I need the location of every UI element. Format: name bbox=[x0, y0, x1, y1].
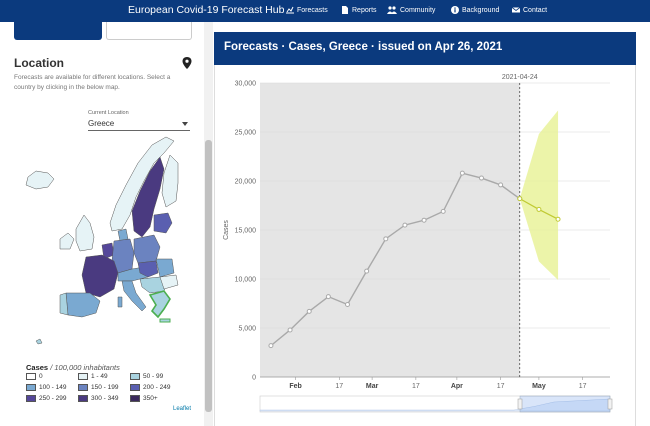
nav-community[interactable]: Community bbox=[387, 6, 435, 14]
nav-label: Reports bbox=[352, 6, 377, 14]
legend-swatch bbox=[78, 373, 88, 380]
map-country-uk[interactable] bbox=[75, 214, 95, 252]
location-select[interactable]: Greece bbox=[88, 118, 190, 131]
legend-item: 200 - 249 bbox=[130, 384, 170, 391]
primary-tab-button[interactable] bbox=[14, 22, 102, 40]
chart-header: Forecasts · Cases, Greece · issued on Ap… bbox=[214, 32, 636, 65]
observed-point bbox=[459, 170, 465, 176]
nav-contact[interactable]: Contact bbox=[512, 6, 547, 14]
forecast-interval-band bbox=[519, 110, 559, 280]
map-country-iceland[interactable] bbox=[25, 170, 55, 190]
map-country-sardinia[interactable] bbox=[117, 296, 123, 308]
nav-background[interactable]: Background bbox=[451, 6, 499, 14]
issue-date-label: 2021-04-24 bbox=[502, 74, 538, 81]
map-country-greece[interactable] bbox=[148, 290, 171, 319]
document-icon bbox=[342, 6, 348, 14]
secondary-tab-button[interactable] bbox=[106, 22, 192, 40]
scrollbar-thumb[interactable] bbox=[205, 140, 212, 412]
x-tick-label: 17 bbox=[335, 383, 343, 390]
x-tick-label: 17 bbox=[579, 383, 587, 390]
legend-swatch bbox=[26, 373, 36, 380]
chart-icon bbox=[286, 6, 294, 14]
map-country-france[interactable] bbox=[81, 254, 119, 298]
forecast-point bbox=[536, 206, 542, 212]
location-heading: Location bbox=[14, 56, 64, 70]
legend-item: 0 bbox=[26, 373, 43, 380]
europe-map[interactable] bbox=[14, 133, 202, 358]
observed-point bbox=[345, 301, 350, 307]
y-tick-label: 25,000 bbox=[235, 130, 257, 137]
nav-forecasts[interactable]: Forecasts bbox=[286, 6, 328, 14]
forecast-point bbox=[555, 216, 561, 222]
observed-point bbox=[287, 327, 293, 333]
legend-swatch bbox=[130, 384, 140, 391]
legend-item: 250 - 299 bbox=[26, 395, 66, 402]
chevron-down-icon bbox=[182, 122, 188, 126]
observed-point bbox=[306, 308, 312, 314]
observed-point bbox=[402, 222, 408, 228]
navigator-window bbox=[519, 395, 611, 413]
location-select-value: Greece bbox=[88, 119, 115, 128]
legend-item: 350+ bbox=[130, 395, 158, 402]
observed-point bbox=[325, 294, 331, 300]
map-country-finland[interactable] bbox=[161, 154, 179, 208]
observed-point bbox=[498, 182, 504, 188]
nav-reports[interactable]: Reports bbox=[341, 6, 377, 14]
observed-point bbox=[268, 343, 274, 349]
nav-label: Community bbox=[400, 6, 436, 14]
nav-label: Background bbox=[462, 6, 500, 14]
x-tick-label: 17 bbox=[412, 383, 420, 390]
y-tick-label: 30,000 bbox=[235, 81, 257, 88]
observed-point bbox=[383, 236, 389, 242]
y-tick-label: 0 bbox=[252, 375, 256, 382]
map-country-crete[interactable] bbox=[159, 318, 171, 323]
legend-item: 150 - 199 bbox=[78, 384, 118, 391]
legend-title: Cases / 100,000 inhabitants bbox=[26, 363, 120, 372]
x-tick-label: 17 bbox=[497, 383, 505, 390]
legend-item: 50 - 99 bbox=[130, 373, 163, 380]
x-tick-label: May bbox=[532, 383, 546, 390]
map-country-spain[interactable] bbox=[65, 292, 101, 318]
y-tick-label: 15,000 bbox=[235, 228, 257, 235]
legend-swatch bbox=[26, 384, 36, 391]
legend-swatch bbox=[26, 395, 36, 402]
y-tick-label: 10,000 bbox=[235, 277, 257, 284]
nav-label: Forecasts bbox=[297, 6, 328, 14]
envelope-icon bbox=[512, 7, 520, 13]
y-axis-label: Cases bbox=[223, 220, 230, 240]
map-pin-icon bbox=[182, 57, 192, 69]
forecast-chart[interactable]: 0 5,000 10,000 15,000 20,000 25,000 30,000 Case… bbox=[214, 65, 636, 426]
nav-label: Contact bbox=[523, 6, 548, 14]
x-tick-label: Feb bbox=[289, 383, 301, 390]
current-location-label: Current Location bbox=[88, 110, 129, 116]
map-country-ireland[interactable] bbox=[59, 232, 75, 250]
y-tick-label: 5,000 bbox=[238, 326, 256, 333]
observed-point bbox=[478, 175, 484, 181]
x-tick-label: Mar bbox=[366, 383, 379, 390]
map-country-cyprus[interactable] bbox=[35, 338, 43, 345]
legend-item: 100 - 149 bbox=[26, 384, 66, 391]
legend-swatch bbox=[130, 395, 140, 402]
users-icon bbox=[387, 6, 397, 14]
legend-swatch bbox=[78, 395, 88, 402]
info-icon bbox=[451, 6, 459, 14]
legend-swatch bbox=[78, 384, 88, 391]
observed-point bbox=[440, 208, 446, 214]
legend-item: 1 - 49 bbox=[78, 373, 108, 380]
top-navbar: European Covid-19 Forecast Hub Forecasts… bbox=[0, 0, 650, 22]
navigator-handle-right bbox=[607, 398, 613, 410]
site-title[interactable]: European Covid-19 Forecast Hub bbox=[128, 4, 284, 16]
legend-item: 300 - 349 bbox=[78, 395, 118, 402]
observed-point bbox=[421, 217, 427, 223]
x-tick-label: Apr bbox=[451, 383, 463, 390]
map-country-baltics[interactable] bbox=[153, 212, 173, 234]
observed-point bbox=[364, 268, 370, 274]
legend-swatch bbox=[130, 373, 140, 380]
y-tick-label: 20,000 bbox=[235, 179, 257, 186]
map-country-romania[interactable] bbox=[155, 258, 175, 278]
leaflet-attribution-link[interactable]: Leaflet bbox=[173, 406, 191, 412]
forecast-point bbox=[517, 196, 523, 202]
navigator-handle-left bbox=[517, 398, 523, 410]
location-description: Forecasts are available for different lo… bbox=[14, 74, 171, 91]
